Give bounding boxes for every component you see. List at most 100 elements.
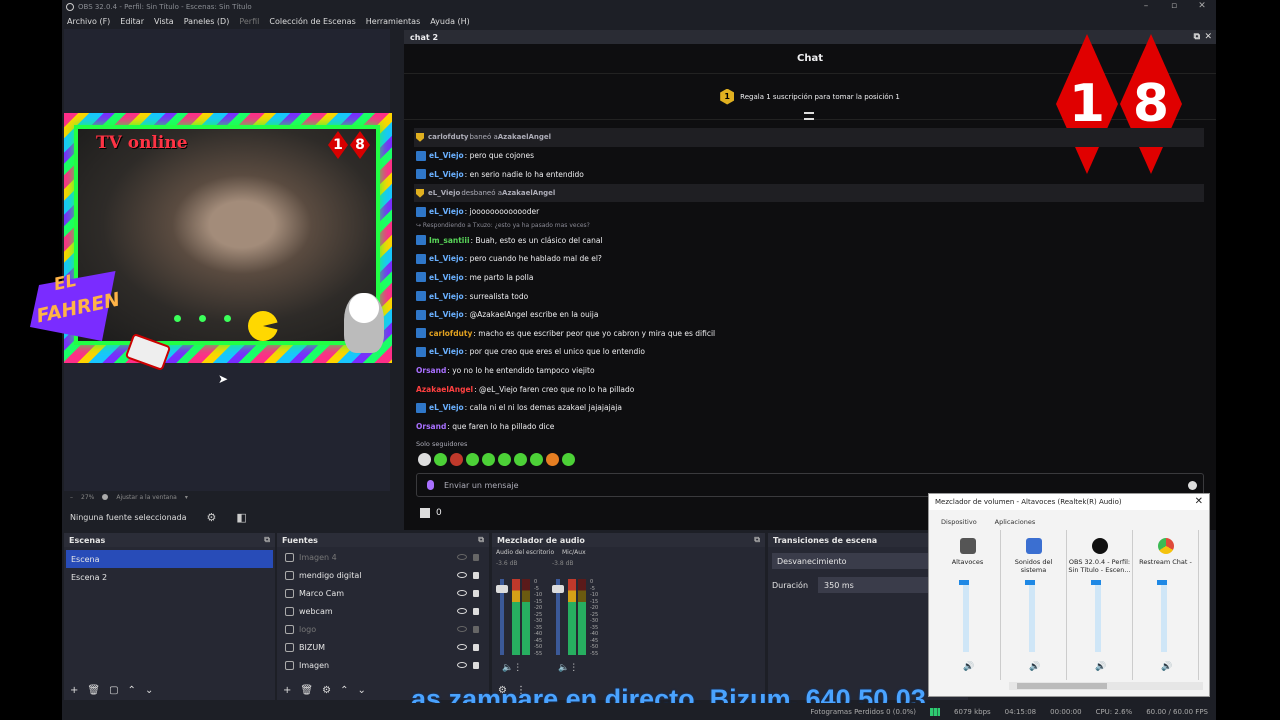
- eye-icon[interactable]: [457, 608, 467, 614]
- eye-icon[interactable]: [457, 662, 467, 668]
- menu-coleccion[interactable]: Colección de Escenas: [264, 17, 360, 26]
- volume-thumb[interactable]: [1157, 580, 1167, 585]
- zoom-slider[interactable]: [102, 494, 109, 500]
- up-icon[interactable]: ⌃: [340, 685, 348, 696]
- minimize-icon[interactable]: –: [1132, 0, 1160, 14]
- filter-icon[interactable]: ▢: [109, 685, 118, 696]
- emote-icon[interactable]: [498, 453, 511, 466]
- speaker-icon[interactable]: 🔈⋮: [502, 663, 522, 673]
- lock-icon[interactable]: [473, 553, 479, 561]
- eye-icon[interactable]: [457, 554, 467, 560]
- chat-username[interactable]: carlofduty: [429, 329, 472, 338]
- collapse-icon[interactable]: [804, 112, 814, 120]
- chat-username[interactable]: eL_Viejo: [429, 347, 464, 356]
- channel-points[interactable]: 0: [420, 508, 442, 518]
- add-icon[interactable]: +: [283, 685, 291, 696]
- emote-icon[interactable]: [418, 453, 431, 466]
- menu-archivo[interactable]: Archivo (F): [62, 17, 115, 26]
- gear-icon[interactable]: ⚙: [207, 511, 217, 524]
- fader-knob[interactable]: [496, 585, 508, 593]
- chat-username[interactable]: eL_Viejo: [429, 310, 464, 319]
- source-item[interactable]: mendigo digital: [277, 566, 489, 584]
- eye-icon[interactable]: [457, 644, 467, 650]
- trash-icon[interactable]: 🗑: [87, 685, 100, 696]
- source-item[interactable]: Imagen: [277, 656, 489, 674]
- speaker-device-icon[interactable]: [959, 538, 976, 554]
- undock-icon[interactable]: ⧉: [1194, 32, 1200, 42]
- emote-icon[interactable]: [466, 453, 479, 466]
- chat-username[interactable]: carlofduty: [428, 133, 468, 141]
- chat-username[interactable]: eL_Viejo: [429, 273, 464, 282]
- chat-username[interactable]: eL_Viejo: [429, 254, 464, 263]
- dock-close-icon[interactable]: ✕: [1204, 32, 1212, 42]
- source-item[interactable]: BIZUM: [277, 638, 489, 656]
- emote-icon[interactable]: [546, 453, 559, 466]
- emote-icon[interactable]: [514, 453, 527, 466]
- chat-username[interactable]: eL_Viejo: [429, 151, 464, 160]
- chat-username[interactable]: Orsand: [416, 366, 446, 375]
- emoji-icon[interactable]: [1188, 481, 1197, 490]
- chat-username[interactable]: eL_Viejo: [428, 189, 460, 197]
- volume-slider[interactable]: [1029, 582, 1035, 652]
- scene-item[interactable]: Escena: [66, 550, 273, 568]
- menu-herramientas[interactable]: Herramientas: [361, 17, 426, 26]
- preview-area[interactable]: TV online 1 8 EL FAHREN ➤: [30, 29, 392, 491]
- volume-thumb[interactable]: [959, 580, 969, 585]
- add-icon[interactable]: +: [70, 685, 78, 696]
- lock-icon[interactable]: [473, 607, 479, 615]
- eye-icon[interactable]: [457, 590, 467, 596]
- volume-slider[interactable]: [1095, 582, 1101, 652]
- emote-icon[interactable]: [450, 453, 463, 466]
- volume-slider[interactable]: [963, 582, 969, 652]
- eye-icon[interactable]: [457, 572, 467, 578]
- fit-to-window[interactable]: Ajustar a la ventana: [116, 494, 177, 501]
- fit-dropdown-icon[interactable]: ▾: [185, 494, 188, 501]
- lock-icon[interactable]: [473, 643, 479, 651]
- source-item[interactable]: webcam: [277, 602, 489, 620]
- system-sounds-icon[interactable]: [1025, 538, 1042, 554]
- chat-username[interactable]: eL_Viejo: [429, 403, 464, 412]
- gear-icon[interactable]: ⚙: [322, 685, 331, 696]
- fader-knob[interactable]: [552, 585, 564, 593]
- mute-icon[interactable]: 🔊: [1029, 662, 1040, 672]
- volume-thumb[interactable]: [1025, 580, 1035, 585]
- emote-icon[interactable]: [434, 453, 447, 466]
- speaker-icon[interactable]: 🔈⋮: [558, 663, 578, 673]
- mic-icon[interactable]: [427, 480, 434, 490]
- lock-icon[interactable]: [473, 589, 479, 597]
- chat-username[interactable]: AzakaelAngel: [502, 189, 555, 197]
- menu-ayuda[interactable]: Ayuda (H): [425, 17, 475, 26]
- chat-username[interactable]: Orsand: [416, 422, 446, 431]
- volume-slider[interactable]: [1161, 582, 1167, 652]
- emote-icon[interactable]: [482, 453, 495, 466]
- source-item[interactable]: logo: [277, 620, 489, 638]
- chat-username[interactable]: eL_Viejo: [429, 207, 464, 216]
- menu-editar[interactable]: Editar: [115, 17, 149, 26]
- chat-username[interactable]: eL_Viejo: [429, 292, 464, 301]
- filters-icon[interactable]: ◧: [236, 511, 246, 524]
- lock-icon[interactable]: [473, 661, 479, 669]
- menu-perfil[interactable]: Perfil: [234, 17, 264, 26]
- undock-icon[interactable]: ⧉: [754, 535, 760, 545]
- maximize-icon[interactable]: ▫: [1160, 0, 1188, 14]
- trash-icon[interactable]: 🗑: [300, 685, 313, 696]
- duration-input[interactable]: 350 ms: [818, 577, 929, 593]
- undock-icon[interactable]: ⧉: [264, 535, 270, 545]
- down-icon[interactable]: ⌄: [357, 685, 365, 696]
- eye-icon[interactable]: [457, 626, 467, 632]
- undock-icon[interactable]: ⧉: [478, 535, 484, 545]
- source-item[interactable]: Marco Cam: [277, 584, 489, 602]
- close-icon[interactable]: ✕: [1188, 0, 1216, 14]
- lock-icon[interactable]: [473, 571, 479, 579]
- horizontal-scrollbar[interactable]: [1009, 682, 1203, 690]
- menu-paneles[interactable]: Paneles (D): [179, 17, 235, 26]
- obs-app-icon[interactable]: [1091, 538, 1108, 554]
- scene-item[interactable]: Escena 2: [66, 568, 273, 586]
- chat-username[interactable]: eL_Viejo: [429, 170, 464, 179]
- volume-thumb[interactable]: [1091, 580, 1101, 585]
- mute-icon[interactable]: 🔊: [1161, 662, 1172, 672]
- mute-icon[interactable]: 🔊: [963, 662, 974, 672]
- menu-vista[interactable]: Vista: [149, 17, 179, 26]
- down-icon[interactable]: ⌄: [145, 685, 153, 696]
- chat-username[interactable]: Im_santiii: [429, 236, 470, 245]
